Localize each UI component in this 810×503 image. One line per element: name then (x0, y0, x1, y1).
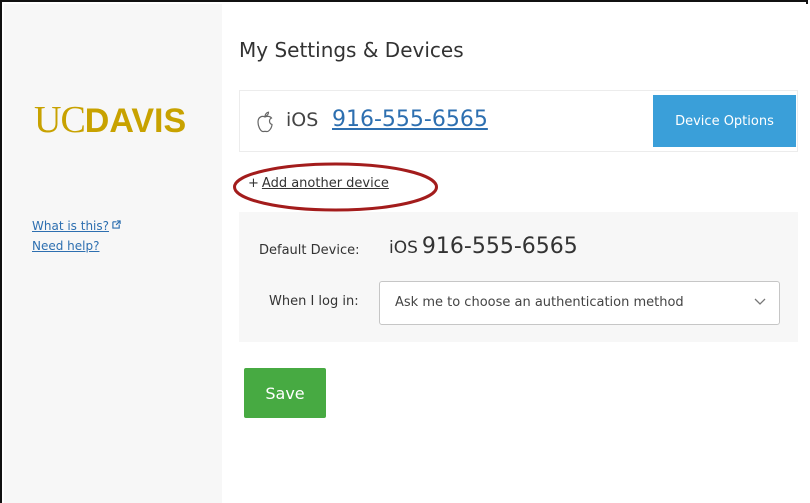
device-card: iOS 916-555-6565 Device Options (239, 90, 798, 152)
external-link-icon[interactable] (112, 220, 121, 229)
uc-davis-logo: UCDAVIS (34, 99, 187, 141)
when-i-log-in-label: When I log in: (269, 294, 359, 309)
device-type: iOS (286, 109, 319, 131)
device-number-link[interactable]: 916-555-6565 (332, 107, 488, 132)
default-device-value: iOS 916-555-6565 (389, 234, 578, 259)
auth-method-selected: Ask me to choose an authentication metho… (395, 295, 684, 310)
device-options-button[interactable]: Device Options (653, 95, 796, 147)
add-another-device-link[interactable]: + Add another device (248, 176, 389, 191)
what-is-this-link[interactable]: What is this? (32, 216, 109, 236)
page-frame: UCDAVIS What is this? Need help? My Sett… (0, 0, 808, 503)
apple-icon (257, 111, 273, 133)
default-device-label: Default Device: (259, 243, 360, 258)
sidebar: UCDAVIS What is this? Need help? (4, 4, 222, 503)
plus-icon: + (248, 176, 259, 191)
auth-method-select[interactable]: Ask me to choose an authentication metho… (379, 281, 780, 325)
main-content: My Settings & Devices iOS 916-555-6565 D… (222, 4, 808, 503)
add-device-label: Add another device (261, 176, 389, 191)
save-button[interactable]: Save (244, 368, 326, 418)
sidebar-links: What is this? Need help? (32, 216, 121, 256)
settings-panel: Default Device: iOS 916-555-6565 When I l… (239, 212, 798, 342)
page-title: My Settings & Devices (239, 38, 464, 62)
chevron-down-icon (754, 298, 766, 305)
need-help-link[interactable]: Need help? (32, 236, 99, 256)
